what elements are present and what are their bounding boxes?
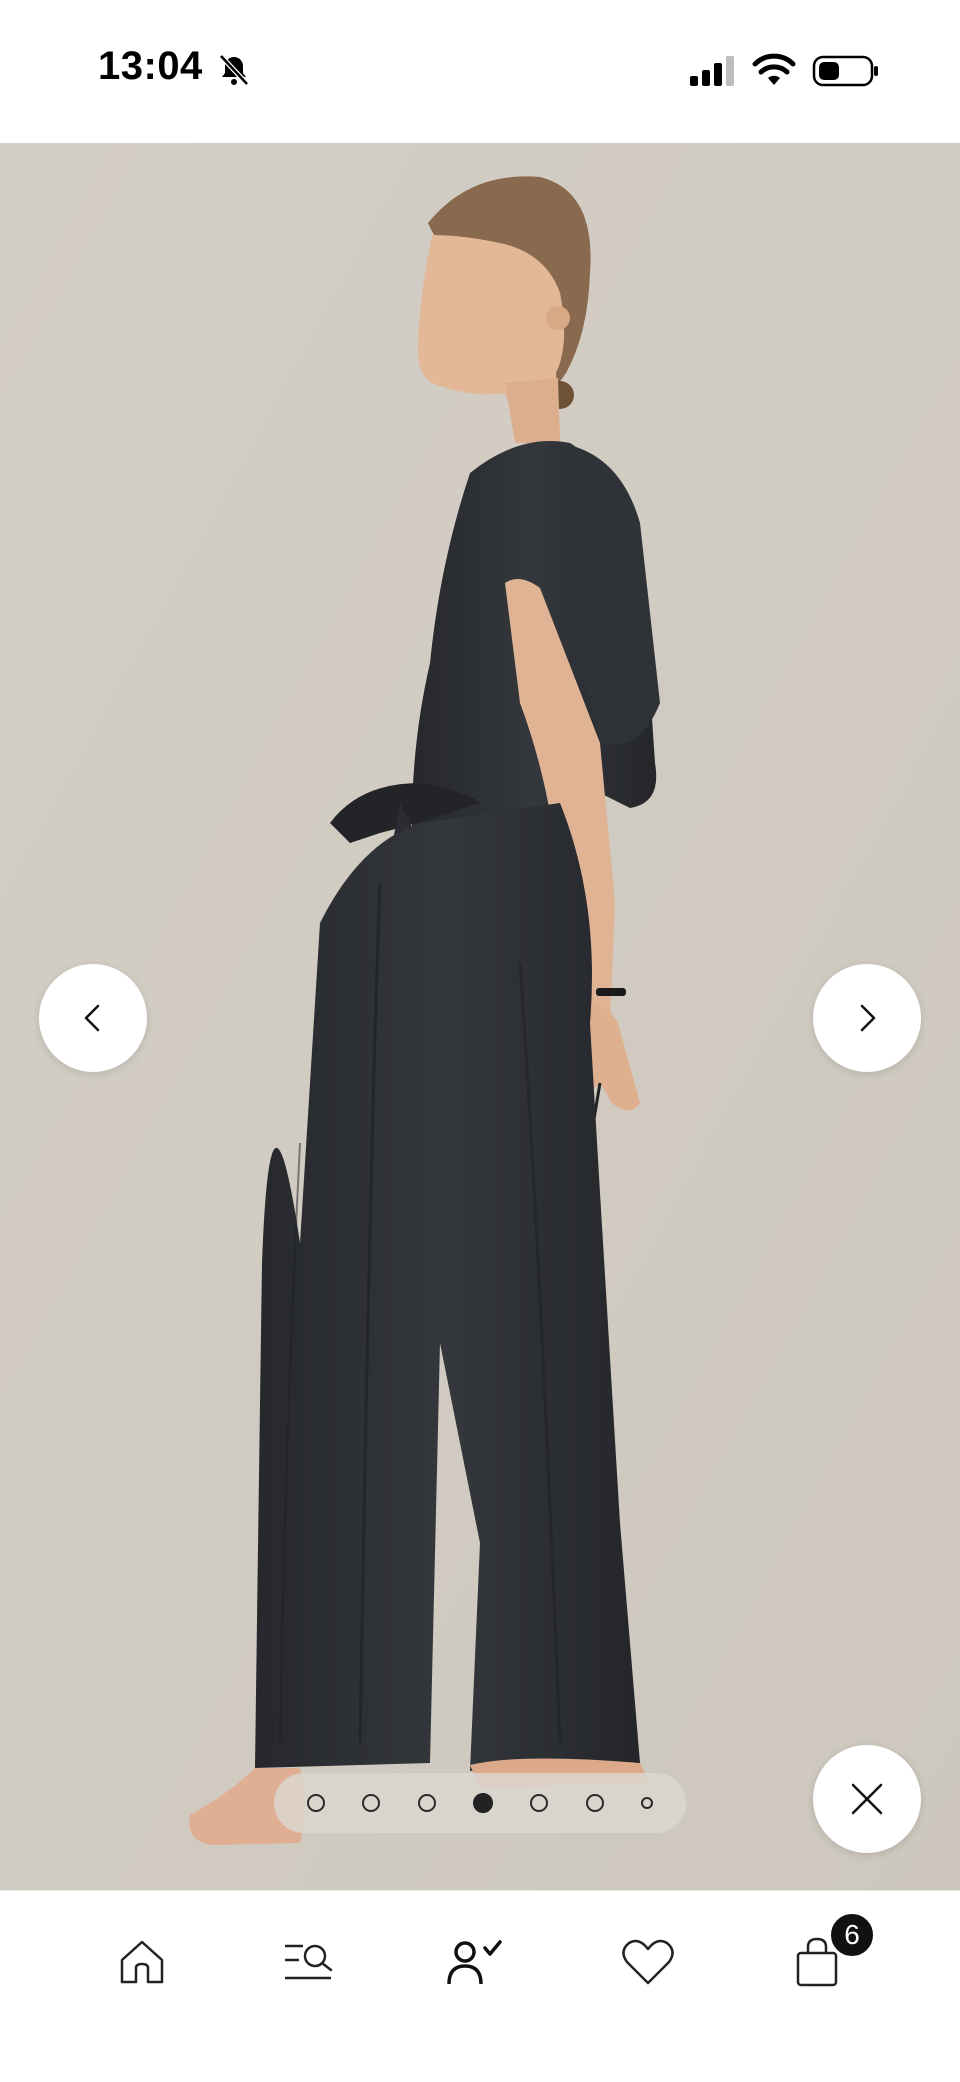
tab-wishlist[interactable] <box>613 1927 683 1997</box>
heart-icon <box>622 1939 674 1985</box>
wifi-icon <box>752 53 796 85</box>
tab-account[interactable] <box>440 1927 510 1997</box>
slide-dot-5[interactable] <box>530 1794 549 1812</box>
slide-dot-4-active[interactable] <box>472 1793 493 1813</box>
status-time: 13:04 <box>98 44 203 88</box>
chevron-left-icon <box>84 1004 100 1032</box>
home-icon <box>120 1940 164 1984</box>
bell-slash-icon <box>219 54 249 86</box>
product-image-gallery[interactable] <box>0 143 960 1890</box>
tab-home[interactable] <box>107 1927 177 1997</box>
slide-dot-7[interactable] <box>641 1797 654 1809</box>
chevron-right-icon <box>860 1004 876 1032</box>
cellular-signal-icon <box>690 56 734 86</box>
search-menu-icon <box>285 1944 333 1980</box>
slide-dot-2[interactable] <box>362 1794 381 1812</box>
tab-search[interactable] <box>274 1927 344 1997</box>
slide-dot-3[interactable] <box>417 1794 436 1812</box>
battery-icon <box>812 55 878 87</box>
slide-dot-1[interactable] <box>306 1794 325 1812</box>
account-check-icon <box>447 1940 502 1985</box>
previous-image-button[interactable] <box>39 964 147 1072</box>
bottom-tab-bar: 6 <box>0 1890 960 2082</box>
status-bar: 13:04 <box>0 0 960 143</box>
slide-dot-6[interactable] <box>585 1794 604 1812</box>
close-gallery-button[interactable] <box>813 1745 921 1853</box>
cart-count-badge: 6 <box>828 1911 876 1959</box>
slide-indicator <box>274 1773 686 1833</box>
close-icon <box>851 1783 883 1815</box>
next-image-button[interactable] <box>813 964 921 1072</box>
